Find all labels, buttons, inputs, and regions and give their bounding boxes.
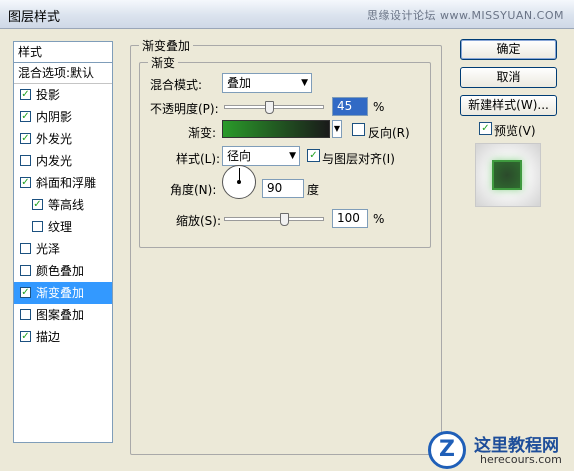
logo-mark: Z [428,431,466,469]
logo-url: herecours.com [480,453,562,466]
reverse-label: 反向(R) [368,126,410,140]
gradient-subgroup: 渐变 混合模式: 叠加 ▼ 不透明度(P): 45 % 渐变: ▼ 反向(R) … [139,54,431,248]
scale-label: 缩放(S): [176,214,222,228]
gradient-overlay-group: 渐变叠加 渐变 混合模式: 叠加 ▼ 不透明度(P): 45 % 渐变: ▼ 反… [130,37,442,455]
gradient-style-value: 径向 [227,149,252,163]
style-item[interactable]: 内发光 [14,150,112,172]
style-item[interactable]: ✓ 内阴影 [14,106,112,128]
style-list: 样式 混合选项:默认 ✓ 投影 ✓ 内阴影 ✓ 外发光内发光 ✓ 斜面和浮雕 ✓ 等高线纹理光泽颜… [13,41,113,443]
gradient-style-select[interactable]: 径向 ▼ [222,146,300,166]
chevron-down-icon: ▼ [289,151,296,161]
preview-checkbox[interactable]: ✓ [479,122,492,135]
site-logo: Z 这里教程网 herecours.com [428,429,574,471]
style-item-label: 颜色叠加 [36,264,85,278]
angle-input[interactable]: 90 [262,179,304,198]
opacity-input[interactable]: 45 [332,97,368,116]
style-item[interactable]: 纹理 [14,216,112,238]
scale-input[interactable]: 100 [332,209,368,228]
gradient-overlay-title: 渐变叠加 [139,37,194,54]
opacity-slider-track[interactable] [224,105,324,109]
style-item[interactable]: ✓ 投影 [14,84,112,106]
watermark-text: 思缘设计论坛 www.MISSYUAN.COM [366,9,564,22]
gradient-label: 渐变: [188,126,217,140]
scale-slider-track[interactable] [224,217,324,221]
scale-slider-thumb[interactable] [280,213,289,226]
style-item-label: 外发光 [36,132,73,146]
style-item-checkbox[interactable]: ✓ [20,89,31,100]
angle-dial[interactable] [222,165,256,199]
new-style-button[interactable]: 新建样式(W)... [460,95,557,116]
style-item-label: 描边 [36,330,61,344]
style-item-label: 投影 [36,88,61,102]
style-item-label: 光泽 [36,242,61,256]
style-item[interactable]: 图案叠加 [14,304,112,326]
style-item-checkbox[interactable]: ✓ [20,133,31,144]
style-item-label: 内发光 [36,154,73,168]
preview-label: 预览(V) [494,124,536,138]
style-item-label: 斜面和浮雕 [36,176,97,190]
style-item[interactable]: 颜色叠加 [14,260,112,282]
window-title: 图层样式 [8,10,61,25]
style-item-checkbox[interactable] [20,309,31,320]
style-item-label: 纹理 [48,220,73,234]
style-item[interactable]: 光泽 [14,238,112,260]
blend-mode-label: 混合模式: [150,78,203,92]
style-item-checkbox[interactable]: ✓ [20,287,31,298]
style-item-checkbox[interactable]: ✓ [20,111,31,122]
blend-mode-value: 叠加 [227,76,252,90]
opacity-unit: % [373,100,385,114]
opacity-slider-thumb[interactable] [265,101,274,114]
ok-button[interactable]: 确定 [460,39,557,60]
style-item[interactable]: ✓ 斜面和浮雕 [14,172,112,194]
style-item-label: 图案叠加 [36,308,85,322]
angle-value: 90 [267,181,283,195]
style-item[interactable]: ✓ 外发光 [14,128,112,150]
style-item-label: 渐变叠加 [36,286,85,300]
layer-style-dialog: 样式 混合选项:默认 ✓ 投影 ✓ 内阴影 ✓ 外发光内发光 ✓ 斜面和浮雕 ✓ 等高线纹理光泽颜… [0,29,574,471]
style-list-header[interactable]: 样式 [14,42,112,63]
chevron-down-icon: ▼ [301,78,308,88]
scale-unit: % [373,212,385,226]
style-item-checkbox[interactable] [20,155,31,166]
style-item-checkbox[interactable]: ✓ [20,331,31,342]
blend-mode-select[interactable]: 叠加 ▼ [222,73,312,93]
scale-value: 100 [337,211,360,225]
style-item-checkbox[interactable]: ✓ [20,177,31,188]
style-item-label: 等高线 [48,198,85,212]
gradient-subgroup-title: 渐变 [148,54,179,71]
angle-dial-center [237,180,241,184]
style-item-checkbox[interactable] [32,221,43,232]
title-bar: 图层样式 思缘设计论坛 www.MISSYUAN.COM [0,0,574,29]
blend-options-item[interactable]: 混合选项:默认 [14,63,112,84]
reverse-checkbox[interactable] [352,123,365,136]
style-label: 样式(L): [176,152,221,166]
opacity-label: 不透明度(P): [150,102,219,116]
style-item[interactable]: ✓ 等高线 [14,194,112,216]
gradient-swatch[interactable] [222,120,330,138]
style-item-checkbox[interactable] [20,243,31,254]
style-item[interactable]: ✓ 渐变叠加 [14,282,112,304]
style-item-label: 内阴影 [36,110,73,124]
style-item[interactable]: ✓ 描边 [14,326,112,348]
align-with-layer-label: 与图层对齐(I) [322,152,395,166]
angle-label: 角度(N): [170,183,217,197]
style-item-checkbox[interactable]: ✓ [32,199,43,210]
style-items: ✓ 投影 ✓ 内阴影 ✓ 外发光内发光 ✓ 斜面和浮雕 ✓ 等高线纹理光泽颜色叠加 ✓ 渐变叠加图案叠… [14,84,112,348]
preview-swatch [492,160,522,190]
gradient-dropdown-icon[interactable]: ▼ [332,120,342,138]
align-with-layer-checkbox[interactable]: ✓ [307,149,320,162]
cancel-button[interactable]: 取消 [460,67,557,88]
style-preview [475,143,541,207]
angle-unit: 度 [307,183,320,197]
opacity-value: 45 [337,99,353,113]
style-item-checkbox[interactable] [20,265,31,276]
